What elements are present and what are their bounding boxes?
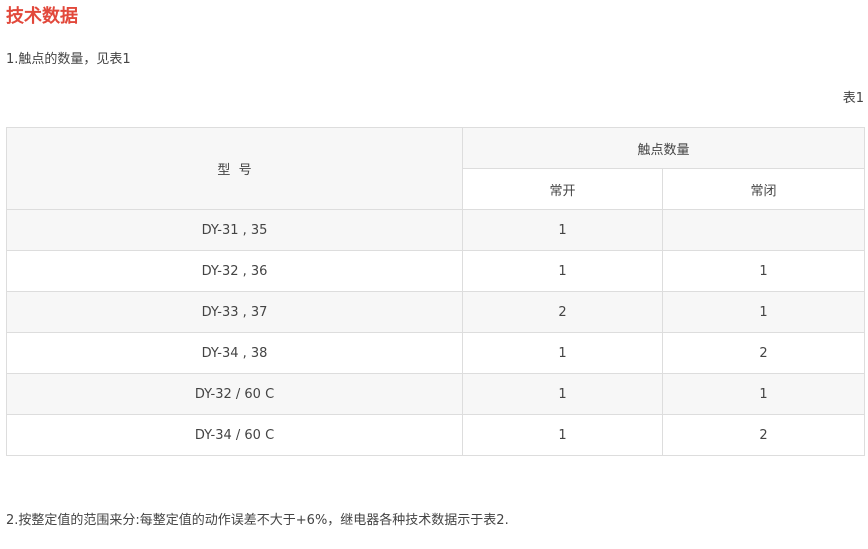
cell-normally-closed [661,209,866,251]
footer-note: 2.按整定值的范围来分:每整定值的动作误差不大于+6%，继电器各种技术数据示于表… [6,513,509,528]
cell-normally-closed: 2 [661,414,866,456]
cell-normally-closed: 1 [661,291,866,333]
table-row: DY-31 , 35 1 [6,209,866,251]
table-caption: 表1 [842,91,864,106]
intro-text: 1.触点的数量，见表1 [6,52,131,67]
cell-model: DY-34 , 38 [6,332,463,374]
header-normally-closed: 常闭 [661,168,866,210]
header-model: 型 号 [6,127,463,210]
cell-normally-open: 1 [462,414,663,456]
table-row: DY-32 / 60 C 1 1 [6,373,866,415]
table-row: DY-34 , 38 1 2 [6,332,866,374]
table-row: DY-34 / 60 C 1 2 [6,414,866,456]
table-header-row: 型 号 触点数量 [6,127,866,210]
cell-model: DY-31 , 35 [6,209,463,251]
cell-normally-open: 1 [462,373,663,415]
cell-normally-open: 1 [462,250,663,292]
cell-model: DY-32 , 36 [6,250,463,292]
cell-normally-open: 1 [462,332,663,374]
cell-normally-open: 1 [462,209,663,251]
cell-model: DY-33 , 37 [6,291,463,333]
cell-normally-closed: 1 [661,250,866,292]
header-contact-count: 触点数量 [461,127,866,169]
cell-model: DY-34 / 60 C [6,414,463,456]
cell-normally-closed: 1 [661,373,866,415]
header-normally-open: 常开 [462,168,663,210]
section-title: 技术数据 [6,6,78,27]
table-row: DY-32 , 36 1 1 [6,250,866,292]
contacts-table: 型 号 触点数量 常开 常闭 DY-31 , 35 1 DY-32 , 36 1… [6,127,866,456]
cell-model: DY-32 / 60 C [6,373,463,415]
cell-normally-closed: 2 [661,332,866,374]
table-row: DY-33 , 37 2 1 [6,291,866,333]
cell-normally-open: 2 [462,291,663,333]
